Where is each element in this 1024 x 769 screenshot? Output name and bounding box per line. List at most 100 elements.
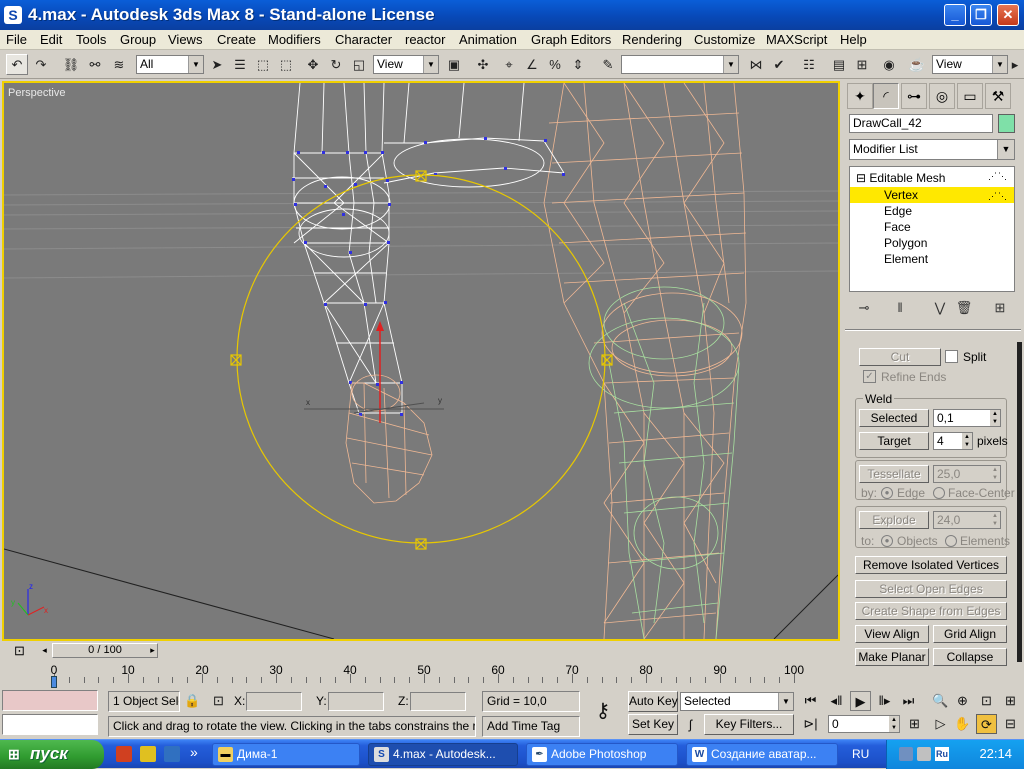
align-icon[interactable]: ✔ <box>768 54 790 75</box>
panel-scrollbar[interactable] <box>1017 342 1022 662</box>
z-coordinate-field[interactable] <box>410 692 466 711</box>
quicklaunch-app-icon[interactable] <box>140 746 156 762</box>
track-bar[interactable]: 0 10 20 30 40 50 60 70 80 90 100 <box>48 663 840 688</box>
taskbar-item-3dsmax[interactable]: S 4.max - Autodesk... <box>368 743 518 766</box>
close-button[interactable]: ✕ <box>997 4 1019 26</box>
menu-group[interactable]: Group <box>120 32 156 47</box>
collapse-button[interactable]: Collapse <box>933 648 1007 666</box>
start-button[interactable]: ⊞ пуск <box>0 740 104 769</box>
add-time-tag[interactable]: Add Time Tag <box>482 716 580 737</box>
time-configuration-icon[interactable]: ⊞ <box>904 714 925 734</box>
menu-animation[interactable]: Animation <box>459 32 517 47</box>
menu-reactor[interactable]: reactor <box>405 32 445 47</box>
remove-isolated-vertices-button[interactable]: Remove Isolated Vertices <box>855 556 1007 574</box>
app-icon[interactable]: S <box>4 6 22 24</box>
material-editor-icon[interactable]: ◉ <box>878 54 900 75</box>
pan-view-icon[interactable]: ✋ <box>952 714 973 734</box>
object-color-swatch[interactable] <box>998 114 1015 133</box>
menu-rendering[interactable]: Rendering <box>622 32 682 47</box>
menu-customize[interactable]: Customize <box>694 32 755 47</box>
select-by-name-icon[interactable]: ☰ <box>229 54 251 75</box>
stack-item-editable-mesh[interactable]: ⊟ Editable Mesh <box>856 171 945 185</box>
rectangular-selection-icon[interactable]: ⬚ <box>252 54 274 75</box>
y-coordinate-field[interactable] <box>328 692 384 711</box>
maxscript-output-field[interactable] <box>2 714 98 735</box>
unlink-selection-icon[interactable]: ⚯ <box>84 54 106 75</box>
pivot-center-icon[interactable]: ▣ <box>443 54 465 75</box>
select-and-move-icon[interactable]: ✥ <box>302 54 324 75</box>
weld-target-pixels-spinner[interactable]: 4 ▲ ▼ <box>933 432 973 450</box>
redo-icon[interactable]: ↷ <box>30 54 52 75</box>
create-tab-icon[interactable]: ✦ <box>847 83 873 109</box>
taskbar-item-word[interactable]: W Создание аватар... <box>686 743 838 766</box>
network-icon[interactable] <box>899 747 913 761</box>
show-end-result-icon[interactable]: ‖ <box>889 299 911 319</box>
percent-snap-icon[interactable]: % <box>544 54 566 75</box>
zoom-extents-all-icon[interactable]: ⊞ <box>1000 691 1021 711</box>
taskbar-item-photoshop[interactable]: ✒ Adobe Photoshop <box>526 743 678 766</box>
key-filters-button[interactable]: Key Filters... <box>704 714 794 735</box>
current-frame-marker[interactable] <box>51 676 57 688</box>
make-planar-button[interactable]: Make Planar <box>855 648 929 666</box>
stack-item-vertex[interactable]: Vertex ⋰⋱ <box>850 187 1014 203</box>
select-and-scale-icon[interactable]: ◱ <box>348 54 370 75</box>
stack-item-element[interactable]: Element <box>884 251 1014 267</box>
auto-key-button[interactable]: Auto Key <box>628 691 678 712</box>
display-tab-icon[interactable]: ▭ <box>957 83 983 109</box>
menu-views[interactable]: Views <box>168 32 202 47</box>
curve-editor-icon[interactable]: ▤ <box>828 54 850 75</box>
weld-target-button[interactable]: Target <box>859 432 929 450</box>
menu-graph-editors[interactable]: Graph Editors <box>531 32 611 47</box>
arc-rotate-icon[interactable]: ⟳ <box>976 714 997 734</box>
spinner-arrows-icon[interactable]: ▲ ▼ <box>990 512 1000 528</box>
render-scene-icon[interactable]: ☕ <box>906 54 928 75</box>
open-mini-curve-editor-icon[interactable]: ⊡ <box>14 643 25 659</box>
explode-angle-spinner[interactable]: 24,0 ▲ ▼ <box>933 511 1001 529</box>
elements-radio[interactable] <box>945 535 957 547</box>
tessellate-button[interactable]: Tessellate <box>859 465 929 483</box>
play-icon[interactable]: ▶ <box>850 691 871 711</box>
field-of-view-icon[interactable]: ▷ <box>930 714 951 734</box>
select-open-edges-button[interactable]: Select Open Edges <box>855 580 1007 598</box>
selection-filter-dropdown[interactable]: All ▼ <box>136 55 204 74</box>
window-crossing-icon[interactable]: ⬚ <box>275 54 297 75</box>
undo-icon[interactable]: ↶ <box>6 54 28 75</box>
select-and-manipulate-icon[interactable]: ✣ <box>472 54 494 75</box>
quicklaunch-more-icon[interactable]: » <box>190 744 198 760</box>
perspective-viewport[interactable]: Perspective x y z x y <box>2 81 840 641</box>
previous-frame-icon[interactable]: ◂‖ <box>826 691 847 711</box>
volume-icon[interactable] <box>917 747 931 761</box>
angle-snap-icon[interactable]: ∠ <box>521 54 543 75</box>
menu-help[interactable]: Help <box>840 32 867 47</box>
menu-tools[interactable]: Tools <box>76 32 106 47</box>
stack-item-polygon[interactable]: Polygon <box>884 235 1014 251</box>
menu-maxscript[interactable]: MAXScript <box>766 32 827 47</box>
schematic-view-icon[interactable]: ⊞ <box>851 54 873 75</box>
spinner-arrows-icon[interactable]: ▲ ▼ <box>962 433 972 449</box>
quicklaunch-app-icon[interactable] <box>164 746 180 762</box>
object-name-field[interactable]: DrawCall_42 <box>849 114 993 133</box>
time-slider-prev-icon[interactable]: ◂ <box>38 643 51 658</box>
snaps-toggle-icon[interactable]: ⌖ <box>498 54 520 75</box>
go-to-end-icon[interactable]: ⏭ <box>898 691 919 711</box>
keyboard-layout-icon[interactable]: Ru <box>935 747 949 761</box>
zoom-extents-icon[interactable]: ⊡ <box>976 691 997 711</box>
taskbar-item-folder[interactable]: ▬ Дима-1 <box>212 743 360 766</box>
weld-threshold-spinner[interactable]: 0,1 ▲ ▼ <box>933 409 1001 427</box>
explode-button[interactable]: Explode <box>859 511 929 529</box>
cut-button[interactable]: Cut <box>859 348 941 366</box>
face-center-radio[interactable] <box>933 487 945 499</box>
edge-radio[interactable]: ● <box>881 487 893 499</box>
spinner-arrows-icon[interactable]: ▲ ▼ <box>990 410 1000 426</box>
objects-radio[interactable]: ● <box>881 535 893 547</box>
collapse-toggle-icon[interactable]: ⊟ <box>856 171 866 185</box>
menu-character[interactable]: Character <box>335 32 392 47</box>
mirror-icon[interactable]: ⋈ <box>745 54 767 75</box>
go-to-start-icon[interactable]: ⏮ <box>800 691 821 711</box>
refine-ends-checkbox[interactable]: ✓ <box>863 370 876 383</box>
menu-modifiers[interactable]: Modifiers <box>268 32 321 47</box>
reference-coordinate-dropdown[interactable]: View ▼ <box>373 55 439 74</box>
time-slider[interactable]: 0 / 100 <box>52 643 158 658</box>
key-mode-toggle-icon[interactable]: ⊳| <box>800 714 821 734</box>
key-mode-dropdown[interactable]: Selected ▼ <box>680 692 794 711</box>
